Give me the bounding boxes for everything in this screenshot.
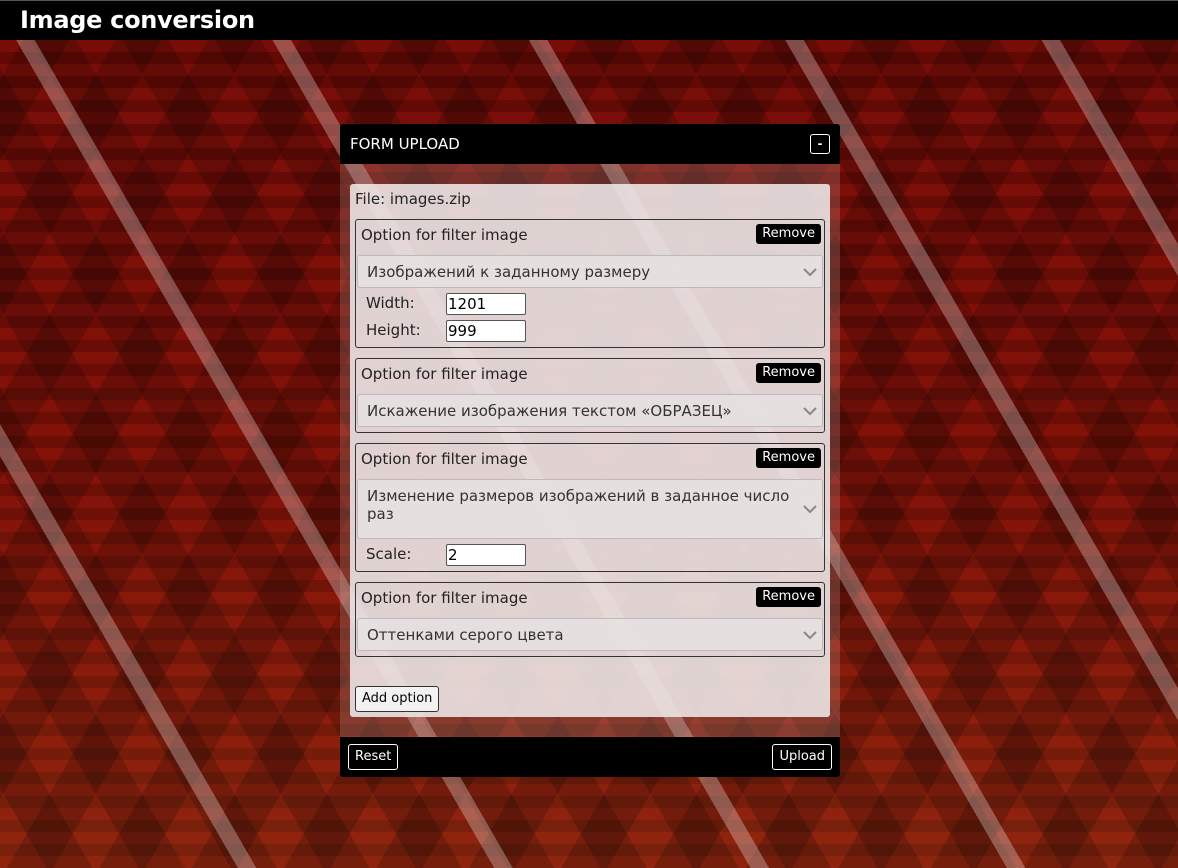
remove-option-button[interactable]: Remove	[756, 448, 821, 468]
filter-select-value: Изменение размеров изображений в заданно…	[367, 487, 790, 523]
option-label: Option for filter image	[361, 365, 528, 383]
add-option-button[interactable]: Add option	[355, 686, 440, 712]
remove-option-button[interactable]: Remove	[756, 363, 821, 383]
chevron-down-icon	[803, 505, 817, 514]
collapse-button[interactable]: -	[810, 134, 830, 154]
filter-select[interactable]: Изображений к заданному размеру	[357, 255, 823, 288]
filter-option: Option for filter image Remove Искажение…	[355, 358, 825, 433]
option-label: Option for filter image	[361, 450, 528, 468]
upload-button[interactable]: Upload	[772, 744, 832, 770]
file-name: File: images.zip	[355, 190, 471, 208]
filter-option: Option for filter image Remove Изображен…	[355, 219, 825, 348]
filter-select[interactable]: Оттенками серого цвета	[357, 618, 823, 651]
filter-option: Option for filter image Remove Оттенками…	[355, 582, 825, 657]
option-label: Option for filter image	[361, 589, 528, 607]
reset-button[interactable]: Reset	[348, 744, 399, 770]
scale-input[interactable]	[446, 544, 526, 566]
panel-header: FORM UPLOAD -	[340, 124, 840, 164]
remove-option-button[interactable]: Remove	[756, 587, 821, 607]
width-label: Width:	[366, 294, 415, 312]
filter-option: Option for filter image Remove Изменение…	[355, 443, 825, 572]
app-title: Image conversion	[20, 6, 255, 34]
option-label: Option for filter image	[361, 226, 528, 244]
remove-option-button[interactable]: Remove	[756, 224, 821, 244]
filter-select-value: Искажение изображения текстом «ОБРАЗЕЦ»	[367, 402, 732, 420]
panel-footer: Reset Upload	[340, 737, 840, 777]
chevron-down-icon	[803, 268, 817, 277]
filter-select[interactable]: Изменение размеров изображений в заданно…	[357, 479, 823, 539]
filter-select[interactable]: Искажение изображения текстом «ОБРАЗЕЦ»	[357, 394, 823, 427]
panel-title: FORM UPLOAD	[350, 135, 460, 153]
chevron-down-icon	[803, 407, 817, 416]
top-bar: Image conversion	[0, 0, 1178, 40]
filter-select-value: Оттенками серого цвета	[367, 626, 564, 644]
filter-select-value: Изображений к заданному размеру	[367, 263, 651, 281]
scale-label: Scale:	[366, 545, 412, 563]
form-upload-panel: FORM UPLOAD - File: images.zip Option fo…	[340, 124, 840, 777]
height-input[interactable]	[446, 320, 526, 342]
panel-body: File: images.zip Option for filter image…	[350, 184, 830, 717]
height-label: Height:	[366, 321, 421, 339]
chevron-down-icon	[803, 631, 817, 640]
width-input[interactable]	[446, 293, 526, 315]
